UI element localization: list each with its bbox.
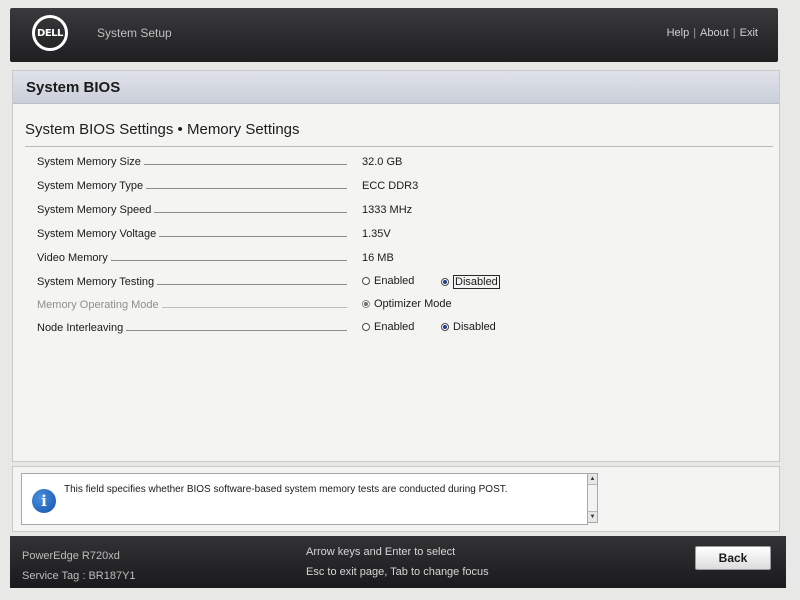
scroll-down-arrow-icon[interactable]: ▼ <box>588 511 597 522</box>
radio-selected-icon <box>362 300 370 308</box>
header-links: Help | About | Exit <box>667 27 758 39</box>
setting-row-system-memory-speed: System Memory Speed 1333 MHz <box>37 201 757 221</box>
setting-row-system-memory-type: System Memory Type ECC DDR3 <box>37 177 757 197</box>
setting-label: System Memory Size <box>37 156 144 168</box>
about-link[interactable]: About <box>700 27 729 39</box>
setting-row-system-memory-size: System Memory Size 32.0 GB <box>37 153 757 173</box>
section-bar: System BIOS <box>13 71 779 104</box>
model-name: PowerEdge R720xd <box>22 550 120 562</box>
scroll-up-arrow-icon[interactable]: ▲ <box>588 474 597 485</box>
node-interleaving-disabled-radio[interactable]: Disabled <box>441 321 496 333</box>
header-title: System Setup <box>97 26 172 40</box>
help-scrollbar[interactable]: ▲ ▼ <box>587 473 598 523</box>
radio-selected-icon <box>441 278 449 286</box>
setting-label: Video Memory <box>37 252 111 264</box>
setting-value: ECC DDR3 <box>362 180 419 192</box>
setting-row-system-memory-testing: System Memory Testing Enabled Disabled <box>37 273 757 293</box>
setting-value: 32.0 GB <box>362 156 403 168</box>
back-button[interactable]: Back <box>695 546 771 570</box>
exit-link[interactable]: Exit <box>740 27 758 39</box>
setting-label: System Memory Testing <box>37 276 158 288</box>
footer-bar: PowerEdge R720xd Service Tag : BR187Y1 A… <box>10 536 786 588</box>
system-info: PowerEdge R720xd Service Tag : BR187Y1 <box>22 546 136 586</box>
setting-value: 1.35V <box>362 228 391 240</box>
setting-label: System Memory Voltage <box>37 228 160 240</box>
radio-label: Disabled <box>453 275 500 289</box>
info-icon: i <box>32 489 56 513</box>
help-text-box: i This field specifies whether BIOS soft… <box>21 473 588 525</box>
help-panel: i This field specifies whether BIOS soft… <box>12 466 780 532</box>
setting-label: Memory Operating Mode <box>37 299 162 311</box>
setting-row-system-memory-voltage: System Memory Voltage 1.35V <box>37 225 757 245</box>
operating-mode-optimizer-radio: Optimizer Mode <box>362 298 452 310</box>
link-separator: | <box>732 27 736 39</box>
help-link[interactable]: Help <box>667 27 690 39</box>
setting-label: System Memory Speed <box>37 204 155 216</box>
memory-testing-disabled-radio[interactable]: Disabled <box>441 275 500 289</box>
setting-row-memory-operating-mode: Memory Operating Mode Optimizer Mode <box>37 296 757 316</box>
setting-label: Node Interleaving <box>37 322 127 334</box>
setting-value: 1333 MHz <box>362 204 413 216</box>
radio-selected-icon <box>441 323 449 331</box>
setting-value: 16 MB <box>362 252 394 264</box>
page-title: System BIOS Settings • Memory Settings <box>25 121 300 138</box>
keyboard-hints: Arrow keys and Enter to select Esc to ex… <box>306 542 489 582</box>
node-interleaving-enabled-radio[interactable]: Enabled <box>362 321 414 333</box>
help-text: This field specifies whether BIOS softwa… <box>64 484 508 495</box>
radio-label: Enabled <box>374 275 415 287</box>
radio-label: Enabled <box>374 321 415 333</box>
setting-row-video-memory: Video Memory 16 MB <box>37 249 757 269</box>
radio-unselected-icon <box>362 277 370 285</box>
settings-panel: System BIOS System BIOS Settings • Memor… <box>12 70 780 462</box>
title-divider <box>25 146 773 147</box>
setting-row-node-interleaving: Node Interleaving Enabled Disabled <box>37 319 757 339</box>
hint-line: Esc to exit page, Tab to change focus <box>306 566 489 578</box>
section-title: System BIOS <box>26 79 121 96</box>
hint-line: Arrow keys and Enter to select <box>306 546 456 558</box>
service-tag: Service Tag : BR187Y1 <box>22 570 136 582</box>
radio-unselected-icon <box>362 323 370 331</box>
memory-testing-enabled-radio[interactable]: Enabled <box>362 275 414 287</box>
dell-logo: DELL <box>32 15 68 51</box>
link-separator: | <box>693 27 697 39</box>
top-header-bar: DELL System Setup Help | About | Exit <box>10 8 778 62</box>
bios-setup-screen: DELL System Setup Help | About | Exit System… <box>0 0 800 600</box>
setting-label: System Memory Type <box>37 180 147 192</box>
radio-label: Disabled <box>453 321 496 333</box>
radio-label: Optimizer Mode <box>374 298 452 310</box>
